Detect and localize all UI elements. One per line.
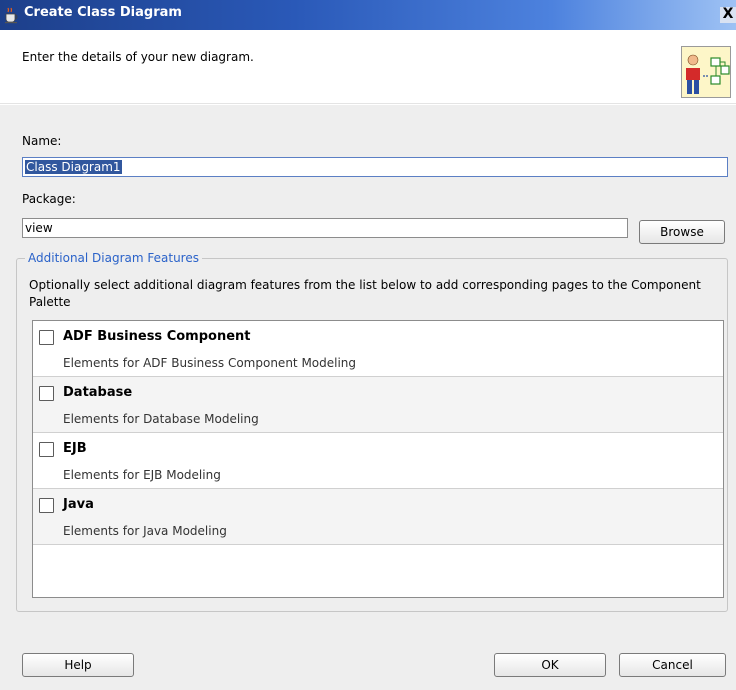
feature-name: EJB (63, 441, 87, 456)
feature-description: Elements for Java Modeling (63, 524, 227, 538)
coffee-cup-icon (5, 7, 18, 24)
list-item[interactable]: ADF Business Component Elements for ADF … (33, 321, 723, 377)
feature-name: Java (63, 497, 94, 512)
feature-name: ADF Business Component (63, 329, 251, 344)
features-list: ADF Business Component Elements for ADF … (32, 320, 724, 598)
ok-button[interactable]: OK (494, 653, 606, 677)
adf-business-component-checkbox[interactable] (39, 330, 54, 345)
name-field[interactable]: Class Diagram1 (22, 157, 728, 177)
database-checkbox[interactable] (39, 386, 54, 401)
feature-description: Elements for EJB Modeling (63, 468, 221, 482)
title-bar: Create Class Diagram X (0, 0, 736, 30)
feature-description: Elements for ADF Business Component Mode… (63, 356, 357, 370)
list-item[interactable]: Java Elements for Java Modeling (33, 489, 723, 545)
header-description: Enter the details of your new diagram. (22, 50, 254, 64)
feature-name: Database (63, 385, 133, 400)
java-checkbox[interactable] (39, 498, 54, 513)
close-icon[interactable]: X (720, 7, 736, 23)
name-label: Name: (22, 134, 62, 148)
additional-features-description: Optionally select additional diagram fea… (29, 278, 701, 309)
list-item[interactable]: Database Elements for Database Modeling (33, 377, 723, 433)
help-button[interactable]: Help (22, 653, 134, 677)
cancel-button[interactable]: Cancel (619, 653, 726, 677)
browse-button[interactable]: Browse (639, 220, 725, 244)
header-panel: Enter the details of your new diagram. (0, 30, 736, 104)
name-field-value: Class Diagram1 (25, 160, 122, 174)
package-field[interactable]: view (22, 218, 628, 238)
package-label: Package: (22, 192, 76, 206)
ejb-checkbox[interactable] (39, 442, 54, 457)
list-item[interactable]: EJB Elements for EJB Modeling (33, 433, 723, 489)
feature-description: Elements for Database Modeling (63, 412, 259, 426)
additional-features-legend: Additional Diagram Features (25, 251, 202, 265)
window-title: Create Class Diagram (24, 5, 182, 20)
class-diagram-icon (681, 46, 731, 98)
